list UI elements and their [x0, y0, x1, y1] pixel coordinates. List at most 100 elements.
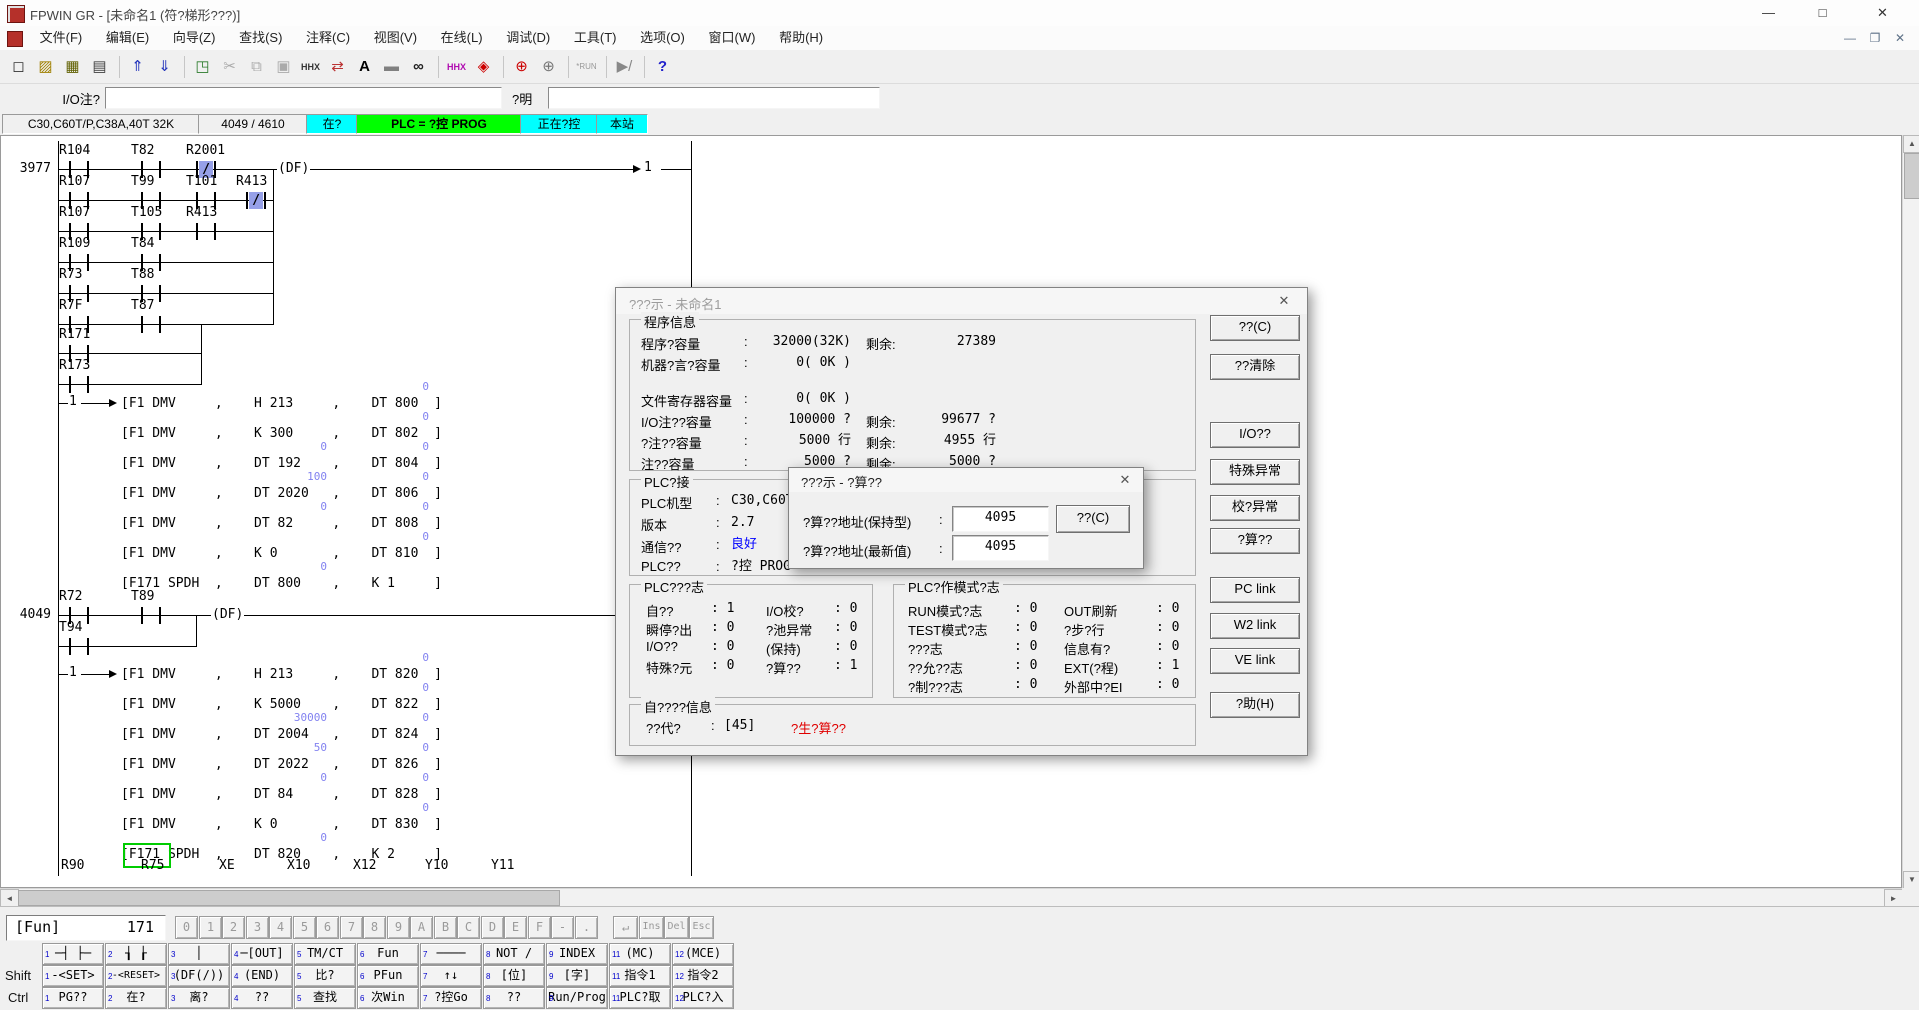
- keypad-key-f[interactable]: F: [528, 916, 551, 939]
- latest-address-field[interactable]: 4095: [952, 535, 1049, 561]
- ctrl-fn-key-f5[interactable]: 5查找: [294, 987, 356, 1009]
- counter-button[interactable]: ?算??: [1210, 528, 1300, 554]
- ctrl-fn-key-f3[interactable]: 3离?: [168, 987, 230, 1009]
- menu-options[interactable]: 选项(O): [630, 26, 695, 50]
- menu-view[interactable]: 视图(V): [364, 26, 427, 50]
- shift-fn-key-f7[interactable]: 7↑↓: [420, 965, 482, 987]
- keypad-key-dot[interactable]: .: [575, 916, 598, 939]
- shift-fn-key-f1[interactable]: 1-<SET>: [42, 965, 104, 987]
- find-icon[interactable]: ∞: [406, 55, 431, 79]
- ladder-contact[interactable]: T94: [67, 638, 91, 655]
- enter-key[interactable]: ↵: [613, 916, 638, 939]
- menu-tools[interactable]: 工具(T): [564, 26, 627, 50]
- fn-key-f1[interactable]: 1─┤ ├─: [42, 943, 104, 965]
- ctrl-fn-key-f7[interactable]: 7?控Go: [420, 987, 482, 1009]
- open-file-icon[interactable]: ▨: [33, 55, 58, 79]
- save-file-icon[interactable]: ▦: [60, 55, 85, 79]
- ctrl-fn-key-f8[interactable]: 8??: [483, 987, 545, 1009]
- special-error-button[interactable]: 特殊异常: [1210, 459, 1300, 485]
- horizontal-scrollbar[interactable]: ◄ ►: [0, 888, 1902, 906]
- cut-icon[interactable]: ✂: [217, 55, 242, 79]
- ladder-contact[interactable]: R413: [194, 223, 218, 240]
- menu-window[interactable]: 窗口(W): [699, 26, 766, 50]
- menu-debug[interactable]: 调试(D): [496, 26, 560, 50]
- fn-key-f8[interactable]: 8NOT /: [483, 943, 545, 965]
- close-dialog-button[interactable]: ??(C): [1210, 315, 1300, 341]
- insert-key[interactable]: Ins: [639, 916, 664, 939]
- keypad-key-1[interactable]: 1: [199, 916, 222, 939]
- instruction-row[interactable]: [F1 DMV , DT 2004 , DT 824 ]: [121, 726, 442, 743]
- df-instruction[interactable]: (DF): [277, 162, 310, 176]
- shift-fn-key-f8[interactable]: 8[位]: [483, 965, 545, 987]
- keypad-key-2[interactable]: 2: [222, 916, 245, 939]
- io-button[interactable]: I/O??: [1210, 422, 1300, 448]
- dialog-title-bar[interactable]: ???示 - 未命名1 ✕: [616, 288, 1307, 314]
- fun-entry-box[interactable]: [Fun] 171: [6, 915, 166, 941]
- instruction-row[interactable]: [F1 DMV , DT 84 , DT 828 ]: [121, 786, 442, 803]
- ctrl-fn-key-f1[interactable]: 1PG??: [42, 987, 104, 1009]
- instruction-row[interactable]: [F1 DMV , K 0 , DT 810 ]: [121, 545, 442, 562]
- instruction-row[interactable]: [F1 DMV , H 213 , DT 820 ]: [121, 666, 442, 683]
- text-comment-icon[interactable]: A: [352, 55, 377, 79]
- ve-link-button[interactable]: VE link: [1210, 648, 1300, 674]
- fn-key-f12[interactable]: 12(MCE): [672, 943, 734, 965]
- io-comment-icon[interactable]: HHX: [298, 55, 323, 79]
- delete-key[interactable]: Del: [664, 916, 689, 939]
- fn-key-f2[interactable]: 2┧ ┟: [105, 943, 167, 965]
- instruction-row[interactable]: [F1 DMV , DT 2020 , DT 806 ]: [121, 485, 442, 502]
- instruction-row[interactable]: [F1 DMV , DT 192 , DT 804 ]: [121, 455, 442, 472]
- menu-wizard[interactable]: 向导(Z): [163, 26, 226, 50]
- maximize-button[interactable]: □: [1800, 0, 1845, 26]
- dialog-title-bar[interactable]: ???示 - ?算?? ✕: [789, 468, 1143, 492]
- online-edit-icon[interactable]: ⊕: [509, 55, 534, 79]
- fn-key-f11[interactable]: 11(MC): [609, 943, 671, 965]
- run-mode-icon[interactable]: *RUN: [574, 55, 599, 79]
- jump-window-icon[interactable]: ◈: [471, 55, 496, 79]
- menu-comment[interactable]: 注释(C): [296, 26, 360, 50]
- keypad-key-7[interactable]: 7: [340, 916, 363, 939]
- horizontal-scroll-thumb[interactable]: [18, 890, 560, 906]
- shift-fn-key-f3[interactable]: 3(DF(/)): [168, 965, 230, 987]
- menu-edit[interactable]: 编辑(E): [96, 26, 159, 50]
- ladder-contact[interactable]: R173: [67, 376, 91, 393]
- monitor-window-icon[interactable]: ◳: [190, 55, 215, 79]
- close-icon[interactable]: ✕: [1115, 471, 1135, 489]
- fn-key-f5[interactable]: 5TM/CT: [294, 943, 356, 965]
- fn-key-f7[interactable]: 7────: [420, 943, 482, 965]
- download-program-icon[interactable]: ⇓: [152, 55, 177, 79]
- menu-file[interactable]: 文件(F): [30, 26, 93, 50]
- keypad-key-c[interactable]: C: [457, 916, 480, 939]
- shift-fn-key-f5[interactable]: 5比?: [294, 965, 356, 987]
- help-button[interactable]: ?助(H): [1210, 692, 1300, 718]
- scroll-down-icon[interactable]: ▼: [1903, 871, 1919, 889]
- menu-help[interactable]: 帮助(H): [769, 26, 833, 50]
- find-io-comment-icon[interactable]: HHX: [444, 55, 469, 79]
- upload-program-icon[interactable]: ⇑: [125, 55, 150, 79]
- ctrl-fn-key-f11[interactable]: 11PLC?取: [609, 987, 671, 1009]
- new-file-icon[interactable]: ◻: [6, 55, 31, 79]
- child-restore-button[interactable]: ❐: [1863, 27, 1887, 49]
- paste-icon[interactable]: ▣: [271, 55, 296, 79]
- shift-fn-key-f2[interactable]: 2-<RESET>: [105, 965, 167, 987]
- fn-key-f6[interactable]: 6Fun: [357, 943, 419, 965]
- block-comment-icon[interactable]: ▬: [379, 55, 404, 79]
- help-icon[interactable]: ?: [650, 55, 675, 79]
- child-minimize-button[interactable]: —: [1838, 27, 1862, 49]
- step-run-icon[interactable]: ▶/: [612, 55, 637, 79]
- shift-fn-key-f11[interactable]: 11指令1: [609, 965, 671, 987]
- keypad-key-4[interactable]: 4: [269, 916, 292, 939]
- ctrl-fn-key-f12[interactable]: 12PLC?入: [672, 987, 734, 1009]
- keypad-key-b[interactable]: B: [434, 916, 457, 939]
- instruction-row[interactable]: [F1 DMV , K 5000 , DT 822 ]: [121, 696, 442, 713]
- insert-branch-icon[interactable]: ⇄: [325, 55, 350, 79]
- hold-address-field[interactable]: 4095: [952, 506, 1049, 532]
- instruction-row[interactable]: [F171 SPDH , DT 800 , K 1 ]: [121, 575, 442, 592]
- keypad-key-minus[interactable]: -: [551, 916, 574, 939]
- instruction-row[interactable]: [F1 DMV , DT 2022 , DT 826 ]: [121, 756, 442, 773]
- w2-link-button[interactable]: W2 link: [1210, 613, 1300, 639]
- fn-key-f4[interactable]: 4─[OUT]: [231, 943, 293, 965]
- close-icon[interactable]: ✕: [1274, 292, 1294, 310]
- keypad-key-e[interactable]: E: [504, 916, 527, 939]
- instruction-row[interactable]: [F1 DMV , H 213 , DT 800 ]: [121, 395, 442, 412]
- df-instruction[interactable]: (DF): [211, 608, 244, 622]
